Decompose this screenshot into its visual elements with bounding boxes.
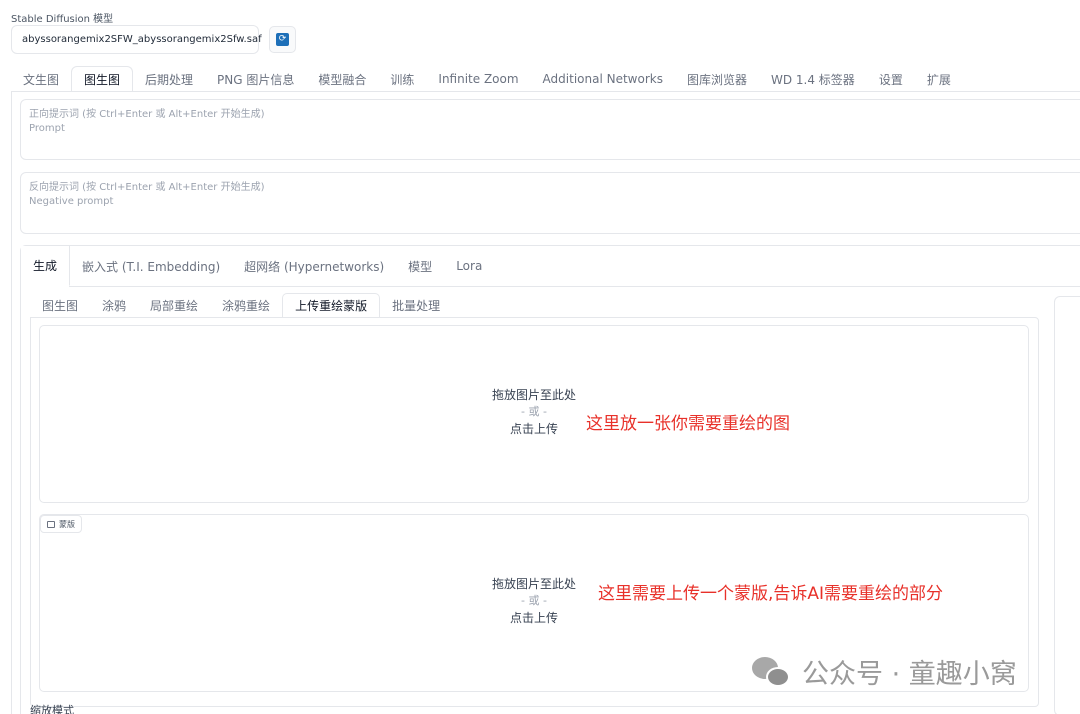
prompt-placeholder-en: Prompt [29, 123, 65, 134]
tab-settings[interactable]: 设置 [867, 66, 915, 92]
refresh-model-button[interactable]: ⟳ [269, 26, 296, 53]
image-upload-dropzone[interactable]: 拖放图片至此处 - 或 - 点击上传 [39, 325, 1029, 503]
model-label: Stable Diffusion 模型 [11, 14, 114, 25]
imgtab-img2img[interactable]: 图生图 [30, 293, 90, 318]
divider [69, 286, 1080, 287]
imgtab-inpaint-upload[interactable]: 上传重绘蒙版 [282, 293, 381, 318]
prompt-placeholder: 正向提示词 (按 Ctrl+Enter 或 Alt+Enter 开始生成) [29, 109, 265, 120]
negative-prompt-placeholder: 反向提示词 (按 Ctrl+Enter 或 Alt+Enter 开始生成) [29, 182, 265, 193]
prompt-input[interactable]: 正向提示词 (按 Ctrl+Enter 或 Alt+Enter 开始生成) Pr… [20, 99, 1080, 160]
mask-label-chip: 蒙版 [40, 515, 82, 533]
img-mode-tab-bar: 图生图 涂鸦 局部重绘 涂鸦重绘 上传重绘蒙版 批量处理 [30, 293, 452, 318]
subtab-generate[interactable]: 生成 [21, 246, 71, 286]
mask-label: 蒙版 [59, 519, 75, 529]
tab-checkpoint-merger[interactable]: 模型融合 [306, 66, 378, 92]
subtab-embedding[interactable]: 嵌入式 (T.I. Embedding) [70, 246, 232, 286]
model-dropdown[interactable]: abyssorangemix2SFW_abyssorangemix2Sfw.sa… [11, 25, 276, 54]
tab-additional-networks[interactable]: Additional Networks [531, 66, 675, 92]
negative-prompt-input[interactable]: 反向提示词 (按 Ctrl+Enter 或 Alt+Enter 开始生成) Ne… [20, 172, 1080, 234]
imgtab-inpaint-sketch[interactable]: 涂鸦重绘 [210, 293, 282, 318]
mask-annotation: 这里需要上传一个蒙版,告诉AI需要重绘的部分 [598, 584, 944, 604]
image-icon [47, 520, 55, 528]
subtab-model[interactable]: 模型 [396, 246, 444, 286]
image-annotation: 这里放一张你需要重绘的图 [586, 414, 790, 434]
upload-instructions: 拖放图片至此处 - 或 - 点击上传 [40, 386, 1028, 438]
model-selected-value: abyssorangemix2SFW_abyssorangemix2Sfw.sa… [22, 34, 262, 45]
or-text: - 或 - [521, 405, 547, 418]
watermark-text: 公众号 · 童趣小窝 [802, 659, 1017, 690]
imgtab-batch[interactable]: 批量处理 [380, 293, 452, 318]
subtab-lora[interactable]: Lora [444, 246, 494, 286]
tab-extensions[interactable]: 扩展 [915, 66, 963, 92]
click-upload-text: 点击上传 [509, 422, 558, 436]
tab-extras[interactable]: 后期处理 [133, 66, 205, 92]
watermark: 公众号 · 童趣小窝 [752, 652, 1017, 691]
negative-prompt-placeholder-en: Negative prompt [29, 196, 114, 207]
tab-img2img[interactable]: 图生图 [71, 66, 134, 92]
tab-image-browser[interactable]: 图库浏览器 [675, 66, 759, 92]
refresh-icon: ⟳ [276, 33, 289, 46]
click-upload-text: 点击上传 [509, 611, 558, 625]
main-tab-bar: 文生图 图生图 后期处理 PNG 图片信息 模型融合 训练 Infinite Z… [11, 66, 963, 92]
subtab-hypernetworks[interactable]: 超网络 (Hypernetworks) [232, 246, 396, 286]
tab-wd14-tagger[interactable]: WD 1.4 标签器 [759, 66, 867, 92]
resize-mode-label: 缩放模式 [30, 704, 74, 714]
tab-infinite-zoom[interactable]: Infinite Zoom [426, 66, 530, 92]
imgtab-sketch[interactable]: 涂鸦 [90, 293, 138, 318]
tab-png-info[interactable]: PNG 图片信息 [205, 66, 306, 92]
sub-tab-bar: 生成 嵌入式 (T.I. Embedding) 超网络 (Hypernetwor… [21, 246, 494, 286]
output-panel [1054, 296, 1080, 714]
tab-txt2img[interactable]: 文生图 [11, 66, 71, 92]
drop-text: 拖放图片至此处 [491, 388, 576, 402]
wechat-icon [752, 655, 792, 689]
tab-train[interactable]: 训练 [378, 66, 426, 92]
imgtab-inpaint[interactable]: 局部重绘 [138, 293, 210, 318]
